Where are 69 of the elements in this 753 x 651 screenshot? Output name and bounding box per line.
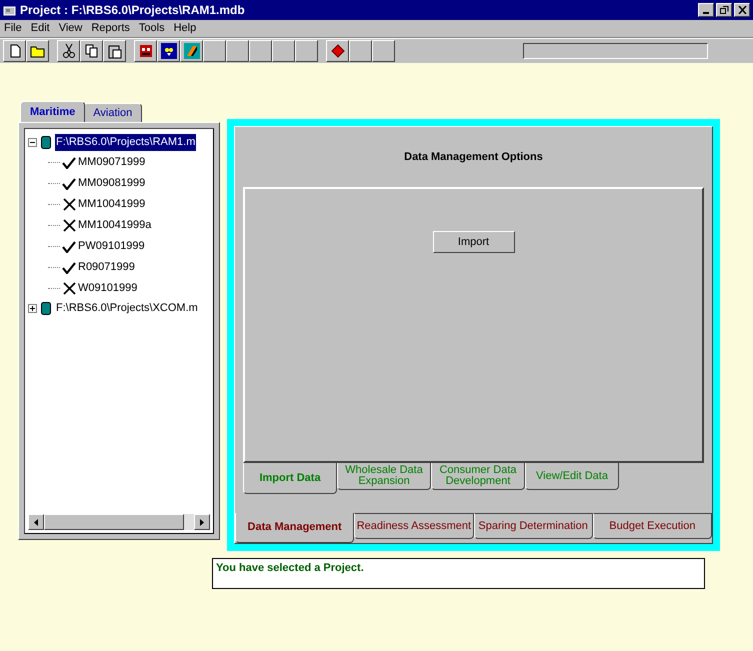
folder-icon — [30, 44, 46, 58]
panel-title: Data Management Options — [404, 150, 543, 165]
toolbar-button[interactable] — [249, 40, 272, 62]
window-title: Project : F:\RBS6.0\Projects\RAM1.mdb — [20, 2, 245, 19]
status-message: You have selected a Project. — [212, 558, 705, 589]
tree-item[interactable]: W09101999 — [78, 280, 138, 297]
robot-icon — [138, 43, 154, 59]
left-arrow-icon — [34, 518, 38, 526]
menu-item[interactable]: Help — [174, 20, 196, 37]
checkmark-icon — [62, 240, 76, 252]
checkmark-icon — [62, 178, 76, 190]
toolbar-button[interactable] — [295, 40, 318, 62]
toolbar-button[interactable] — [180, 40, 203, 62]
horizontal-scrollbar[interactable] — [28, 514, 210, 530]
checkmark-icon — [62, 156, 76, 168]
close-button[interactable] — [734, 3, 750, 17]
collapse-icon[interactable] — [28, 138, 37, 147]
new-document-icon — [8, 44, 22, 58]
database-icon — [41, 302, 51, 315]
section-tab[interactable]: Budget Execution — [592, 513, 712, 539]
import-button[interactable]: Import — [432, 231, 514, 253]
database-icon — [41, 136, 51, 149]
tree-item[interactable]: MM09071999 — [78, 154, 146, 171]
toolbar-button[interactable] — [272, 40, 295, 62]
toolbar-button[interactable] — [26, 40, 49, 62]
section-tab[interactable]: Data Management — [235, 513, 354, 543]
cross-icon — [62, 198, 76, 211]
cross-icon — [62, 219, 76, 232]
minimize-button[interactable] — [698, 3, 714, 17]
owl-icon — [160, 43, 176, 59]
checkmark-icon — [62, 262, 76, 274]
toolbar-button[interactable] — [103, 40, 126, 62]
toolbar-button[interactable] — [203, 40, 226, 62]
menu-item[interactable]: Tools — [138, 20, 165, 37]
tree-node[interactable]: F:\RBS6.0\Projects\XCOM.m — [55, 300, 199, 317]
toolbar-button[interactable] — [3, 40, 26, 62]
side-tab[interactable]: Aviation — [83, 103, 142, 122]
cross-icon — [62, 282, 76, 295]
toolbar-button[interactable] — [57, 40, 80, 62]
tree-node[interactable]: F:\RBS6.0\Projects\RAM1.m — [55, 134, 196, 151]
diamond-icon — [330, 44, 344, 58]
right-arrow-icon — [200, 518, 204, 526]
side-tab[interactable]: Maritime — [20, 101, 86, 122]
tree-item[interactable]: MM10041999 — [78, 196, 146, 213]
tree-item[interactable]: R09071999 — [78, 259, 135, 276]
menu-item[interactable]: File — [4, 20, 22, 37]
toolbar-button[interactable] — [326, 40, 349, 62]
menu-item[interactable]: View — [58, 20, 82, 37]
scissors-icon — [62, 43, 74, 59]
restore-icon — [720, 6, 728, 14]
tree-item[interactable]: MM10041999a — [78, 217, 152, 234]
app-icon — [3, 4, 16, 16]
menu-item[interactable]: Edit — [30, 20, 50, 37]
toolbar-button[interactable] — [226, 40, 249, 62]
menu-item[interactable]: Reports — [91, 20, 130, 37]
toolbar-button[interactable] — [349, 40, 372, 62]
tree-item[interactable]: PW09101999 — [78, 238, 145, 255]
toolbar-button[interactable] — [80, 40, 103, 62]
toolbar-button[interactable] — [157, 40, 180, 62]
copy-icon — [84, 44, 98, 58]
clipboard-icon — [108, 44, 122, 58]
toolbar-button[interactable] — [134, 40, 157, 62]
section-tab[interactable]: Sparing Determination — [474, 513, 593, 539]
close-icon — [738, 6, 746, 14]
expand-icon[interactable] — [28, 304, 37, 313]
toolbar-button[interactable] — [372, 40, 395, 62]
section-tab[interactable]: Readiness Assessment — [354, 513, 474, 539]
tree-item[interactable]: MM09081999 — [78, 175, 146, 192]
restore-button[interactable] — [716, 3, 732, 17]
